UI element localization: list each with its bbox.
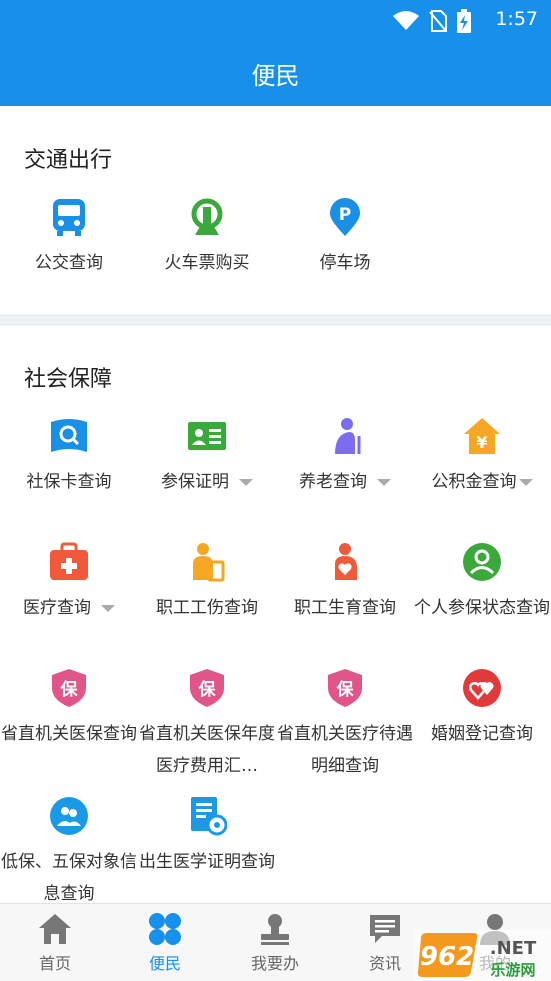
grid-item-provincial-treatment[interactable]: 保 省直机关医疗待遇明细查询 bbox=[276, 668, 414, 782]
status-bar: 1:57 bbox=[0, 0, 551, 40]
battery-charging-icon bbox=[457, 9, 471, 33]
svg-text:.NET: .NET bbox=[490, 938, 537, 959]
svg-text:¥: ¥ bbox=[476, 433, 487, 452]
grid-item-label: 职工生育查询 bbox=[294, 598, 396, 618]
section-title-social: 社会保障 bbox=[24, 367, 113, 392]
housing-fund-icon: ¥ bbox=[464, 418, 500, 454]
tab-home[interactable]: 首页 bbox=[0, 904, 110, 981]
marriage-hearts-icon bbox=[463, 669, 501, 707]
grid-item-social-card[interactable]: 社保卡查询 bbox=[0, 416, 138, 498]
chevron-down-icon[interactable] bbox=[518, 478, 533, 486]
grid-item-label-with-dropdown[interactable]: 公积金查询 bbox=[413, 466, 551, 498]
grid-item-pension[interactable]: 养老查询 bbox=[276, 416, 414, 498]
grid-item-label-with-dropdown[interactable]: 养老查询 bbox=[276, 466, 414, 498]
medical-kit-icon bbox=[50, 542, 88, 580]
wifi-icon bbox=[393, 11, 419, 30]
grid-item-welfare[interactable]: 低保、五保对象信息查询 bbox=[0, 796, 138, 910]
grid-item-marriage[interactable]: 婚姻登记查询 bbox=[413, 668, 551, 750]
grid-item-label: 婚姻登记查询 bbox=[431, 724, 533, 744]
svg-text:保: 保 bbox=[60, 679, 79, 700]
grid-item-insurance-proof[interactable]: 参保证明 bbox=[138, 416, 276, 498]
grid-item-label: 社保卡查询 bbox=[26, 472, 112, 492]
status-time: 1:57 bbox=[495, 8, 538, 30]
grid-item-label: 养老查询 bbox=[299, 472, 367, 492]
chevron-down-icon[interactable] bbox=[239, 478, 253, 486]
page-title: 便民 bbox=[251, 62, 300, 90]
grid-item-label: 医疗查询 bbox=[23, 598, 91, 618]
grid-item-label: 参保证明 bbox=[161, 472, 229, 492]
grid-item-train-ticket[interactable]: 火车票购买 bbox=[138, 197, 276, 279]
grid-item-label: 停车场 bbox=[319, 253, 371, 273]
grid-item-parking[interactable]: P 停车场 bbox=[276, 197, 414, 279]
status-icons bbox=[393, 9, 471, 33]
bao-shield-icon: 保 bbox=[328, 669, 362, 707]
grid-item-bus-query[interactable]: 公交查询 bbox=[0, 197, 138, 279]
grid-item-label: 省直机关医保年度医疗费用汇… bbox=[139, 724, 275, 776]
grid-item-label: 低保、五保对象信息查询 bbox=[1, 852, 137, 904]
svg-text:乐游网: 乐游网 bbox=[490, 961, 535, 979]
grid-item-label: 省直机关医疗待遇明细查询 bbox=[277, 724, 413, 776]
social-card-search-icon bbox=[51, 419, 87, 452]
welfare-people-icon bbox=[50, 797, 88, 835]
svg-text:保: 保 bbox=[336, 679, 355, 700]
bao-shield-icon: 保 bbox=[52, 669, 86, 707]
grid-item-provincial-medical[interactable]: 保 省直机关医保查询 bbox=[0, 668, 138, 750]
no-sim-icon bbox=[429, 10, 447, 32]
grid-item-label: 出生医学证明查询 bbox=[139, 852, 275, 872]
birth-certificate-icon bbox=[191, 797, 227, 836]
grid-item-label: 省直机关医保查询 bbox=[1, 724, 137, 744]
insurance-status-icon bbox=[463, 543, 501, 581]
maternity-icon bbox=[335, 543, 357, 580]
svg-text:P: P bbox=[339, 205, 351, 225]
grid-item-label: 公交查询 bbox=[35, 253, 103, 273]
grid-item-provincial-annual-cost[interactable]: 保 省直机关医保年度医疗费用汇… bbox=[138, 668, 276, 782]
bus-icon bbox=[53, 199, 85, 236]
parking-pin-icon: P bbox=[330, 198, 360, 236]
elderly-icon bbox=[335, 418, 361, 454]
title-bar: 便民 bbox=[0, 40, 551, 106]
section-title-transport: 交通出行 bbox=[24, 148, 113, 173]
train-icon bbox=[191, 198, 223, 235]
news-chat-icon bbox=[370, 915, 400, 943]
tab-convenience[interactable]: 便民 bbox=[110, 904, 220, 981]
grid-item-label-with-dropdown[interactable]: 医疗查询 bbox=[0, 592, 138, 624]
chevron-down-icon[interactable] bbox=[101, 604, 115, 612]
grid-item-label: 职工工伤查询 bbox=[156, 598, 258, 618]
grid-item-label: 火车票购买 bbox=[164, 253, 250, 273]
chevron-down-icon[interactable] bbox=[377, 478, 391, 486]
tab-todo[interactable]: 我要办 bbox=[220, 904, 330, 981]
convenience-grid-icon bbox=[149, 913, 181, 945]
grid-item-medical[interactable]: 医疗查询 bbox=[0, 542, 138, 624]
bao-shield-icon: 保 bbox=[190, 669, 224, 707]
grid-item-insurance-status[interactable]: 个人参保状态查询 bbox=[413, 542, 551, 624]
tab-label: 便民 bbox=[148, 954, 181, 973]
grid-item-label: 个人参保状态查询 bbox=[414, 598, 550, 618]
grid-item-housing-fund[interactable]: ¥ 公积金查询 bbox=[413, 416, 551, 498]
stamp-icon bbox=[261, 914, 289, 945]
svg-text:保: 保 bbox=[198, 679, 217, 700]
watermark-logo: 962 .NET 乐游网 bbox=[415, 930, 551, 981]
svg-text:962: 962 bbox=[420, 942, 474, 972]
home-icon bbox=[39, 914, 71, 944]
work-injury-icon bbox=[193, 543, 225, 582]
grid-item-label: 公积金查询 bbox=[431, 472, 517, 492]
grid-item-maternity[interactable]: 职工生育查询 bbox=[276, 542, 414, 624]
grid-item-birth-certificate[interactable]: 出生医学证明查询 bbox=[138, 796, 276, 878]
tab-label: 首页 bbox=[38, 954, 71, 973]
grid-item-label-with-dropdown[interactable]: 参保证明 bbox=[138, 466, 276, 498]
id-card-icon bbox=[188, 422, 226, 450]
section-divider bbox=[0, 314, 551, 326]
tab-label: 我要办 bbox=[250, 954, 299, 973]
grid-item-work-injury[interactable]: 职工工伤查询 bbox=[138, 542, 276, 624]
